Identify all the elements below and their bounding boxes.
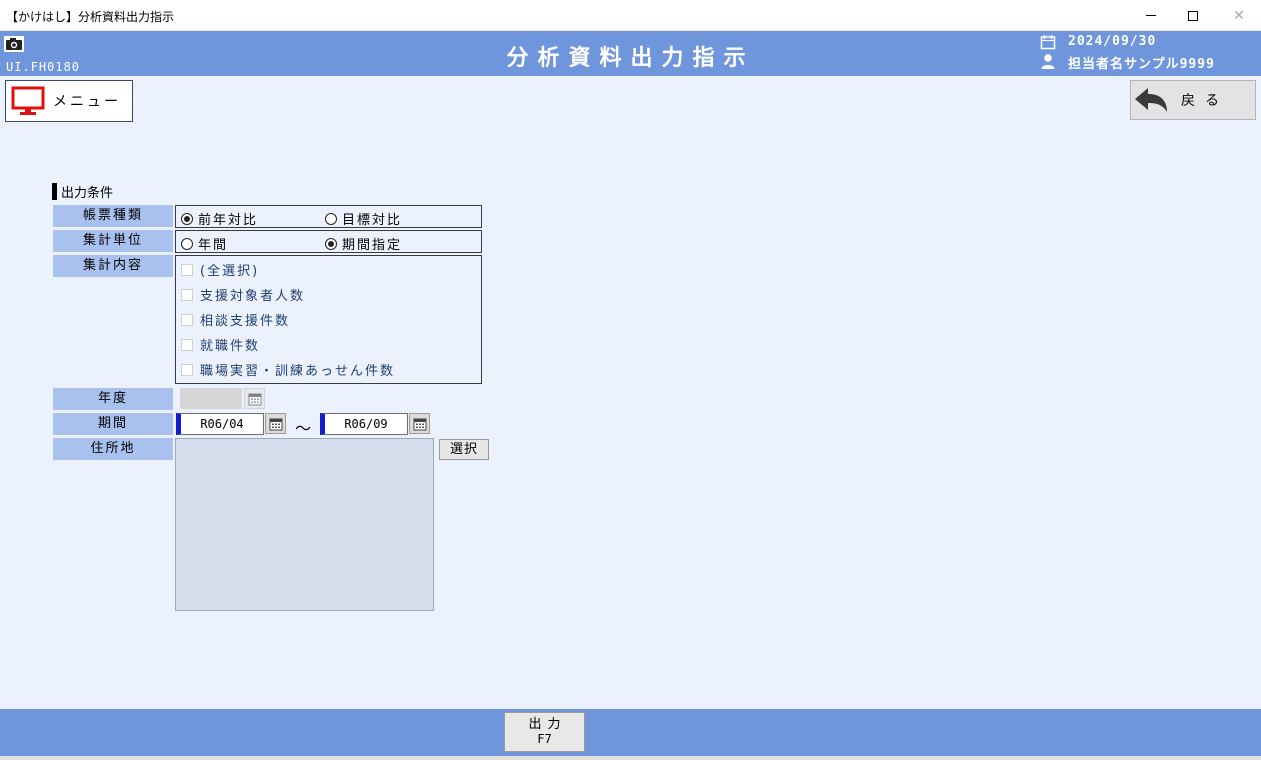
menu-label: メニュー xyxy=(53,94,121,110)
footer-bar: 出力 F7 xyxy=(0,709,1261,760)
radio-label: 期間指定 xyxy=(342,238,403,253)
checkbox-label: 支援対象者人数 xyxy=(200,289,306,304)
radio-label: 前年対比 xyxy=(198,213,259,228)
radio-circle[interactable] xyxy=(181,237,193,250)
checkbox-box[interactable] xyxy=(181,263,193,276)
checkbox-label: 職場実習・訓練あっせん件数 xyxy=(200,364,396,379)
address-list[interactable] xyxy=(175,438,434,611)
address-select-button[interactable]: 選択 xyxy=(439,439,489,460)
calendar-icon xyxy=(248,393,261,405)
current-date: 2024/09/30 xyxy=(1068,34,1157,49)
back-label: 戻る xyxy=(1181,93,1229,109)
user-icon xyxy=(1041,54,1055,69)
checkbox-label: 就職件数 xyxy=(200,339,261,354)
checkbox-consultation-count[interactable]: 相談支援件数 xyxy=(181,310,290,329)
window-titlebar: 【かけはし】分析資料出力指示 ✕ xyxy=(0,0,1261,31)
report-type-group: 前年対比 目標対比 xyxy=(175,205,482,228)
fiscal-year-label: 年度 xyxy=(53,388,173,410)
section-title-text: 出力条件 xyxy=(61,186,114,201)
calendar-icon xyxy=(269,418,282,430)
address-label: 住所地 xyxy=(53,438,173,460)
back-arrow-icon xyxy=(1135,88,1167,112)
period-to-calendar-button[interactable] xyxy=(409,413,430,434)
period-label: 期間 xyxy=(53,413,173,435)
agg-content-label: 集計内容 xyxy=(53,255,173,277)
main-content: メニュー 戻る 出力条件 帳票種類 前年対比 目標対比 集計単位 年間 期間指定 xyxy=(0,76,1261,709)
radio-previous-year[interactable]: 前年対比 xyxy=(181,209,258,228)
checkbox-training-count[interactable]: 職場実習・訓練あっせん件数 xyxy=(181,360,395,379)
calendar-icon xyxy=(1040,35,1056,50)
checkbox-box[interactable] xyxy=(181,338,193,351)
checkbox-box[interactable] xyxy=(181,313,193,326)
agg-content-list: (全選択) 支援対象者人数 相談支援件数 就職件数 職場実習・訓練あっせん件数 xyxy=(175,255,482,384)
agg-unit-label: 集計単位 xyxy=(53,230,173,252)
report-type-label: 帳票種類 xyxy=(53,205,173,227)
radio-circle[interactable] xyxy=(325,237,337,250)
window-title: 【かけはし】分析資料出力指示 xyxy=(6,10,175,24)
section-title: 出力条件 xyxy=(52,182,113,201)
checkbox-label: (全選択) xyxy=(200,264,260,279)
app-header: UI.FH0180 分析資料出力指示 2024/09/30 担当者名サンプル99… xyxy=(0,31,1261,76)
period-from-input[interactable]: R06/04 xyxy=(176,413,264,435)
checkbox-box[interactable] xyxy=(181,288,193,301)
back-button[interactable]: 戻る xyxy=(1130,80,1256,120)
radio-target[interactable]: 目標対比 xyxy=(325,209,402,228)
section-marker xyxy=(52,183,57,200)
output-button[interactable]: 出力 F7 xyxy=(504,712,585,752)
period-from-calendar-button[interactable] xyxy=(265,413,286,434)
checkbox-label: 相談支援件数 xyxy=(200,314,291,329)
agg-unit-group: 年間 期間指定 xyxy=(175,230,482,253)
output-shortcut: F7 xyxy=(537,732,552,746)
output-label: 出力 xyxy=(528,717,567,732)
fiscal-year-input xyxy=(180,388,242,409)
checkbox-select-all[interactable]: (全選択) xyxy=(181,260,259,279)
close-button[interactable]: ✕ xyxy=(1216,0,1261,31)
monitor-icon xyxy=(11,86,45,115)
period-separator: ～ xyxy=(295,419,312,438)
radio-circle[interactable] xyxy=(181,212,193,225)
period-to-input[interactable]: R06/09 xyxy=(320,413,408,435)
radio-circle[interactable] xyxy=(325,212,337,225)
fiscal-year-calendar-button xyxy=(244,388,265,409)
calendar-icon xyxy=(413,418,426,430)
maximize-button[interactable] xyxy=(1170,0,1216,31)
user-name: 担当者名サンプル9999 xyxy=(1068,57,1215,72)
radio-label: 年間 xyxy=(198,238,229,253)
checkbox-employment-count[interactable]: 就職件数 xyxy=(181,335,260,354)
radio-period-specified[interactable]: 期間指定 xyxy=(325,234,402,253)
radio-annual[interactable]: 年間 xyxy=(181,234,228,253)
radio-label: 目標対比 xyxy=(342,213,403,228)
minimize-button[interactable] xyxy=(1128,0,1174,31)
checkbox-support-count[interactable]: 支援対象者人数 xyxy=(181,285,305,304)
menu-button[interactable]: メニュー xyxy=(5,80,133,122)
status-bar xyxy=(0,756,1261,760)
checkbox-box[interactable] xyxy=(181,363,193,376)
